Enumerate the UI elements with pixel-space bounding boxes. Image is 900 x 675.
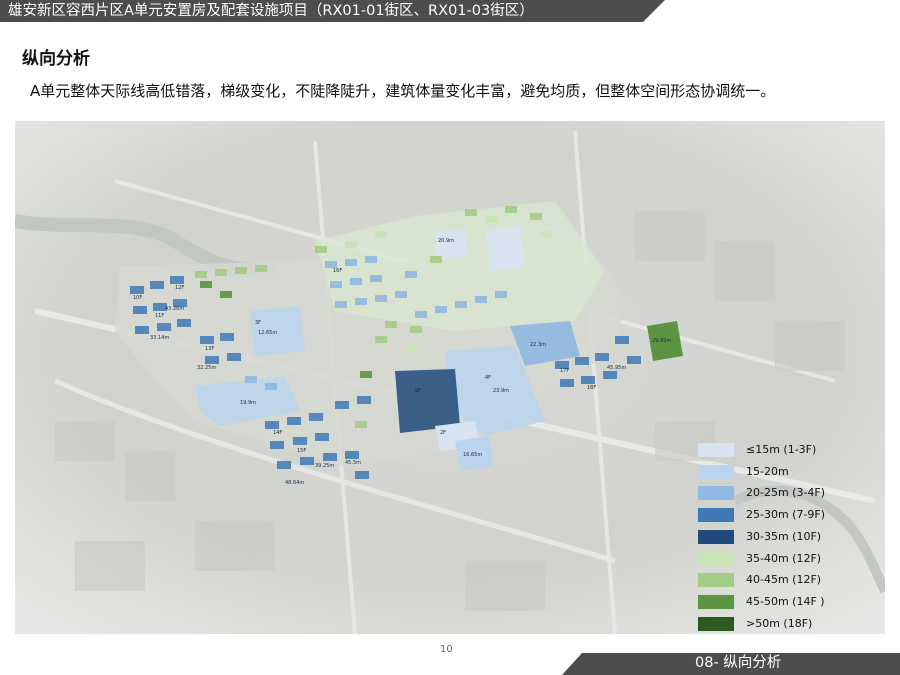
building-label: 14F	[273, 430, 283, 436]
legend-item: 40-45m (12F)	[698, 573, 878, 591]
building-label: 3F	[255, 320, 262, 326]
building-label: 19.9m	[240, 400, 257, 406]
building-label: 2F	[440, 430, 447, 436]
legend-swatch	[698, 464, 734, 479]
legend-label: 15-20m	[746, 464, 789, 478]
building-label: 43.26m	[165, 306, 185, 312]
legend-label: 40-45m (12F)	[746, 573, 822, 587]
legend-item: ≤15m (1-3F)	[698, 443, 878, 461]
building-label: 11F	[155, 313, 165, 319]
building-label: 23.9m	[493, 388, 510, 394]
building-label: 10F	[133, 295, 143, 301]
section-title: 纵向分析	[22, 49, 90, 69]
legend-label: 20-25m (3-4F)	[746, 486, 826, 500]
legend-swatch	[698, 443, 734, 457]
header-banner: 雄安新区容西片区A单元安置房及配套设施项目（RX01-01街区、RX01-03街…	[0, 0, 665, 22]
legend-swatch	[698, 529, 734, 544]
legend-swatch	[698, 551, 734, 566]
building-label: 48.64m	[285, 480, 305, 486]
building-label: 12F	[175, 285, 185, 291]
legend-label: >50m (18F)	[746, 616, 813, 630]
footer-banner: 08- 纵向分析	[562, 653, 900, 675]
legend-label: 45-50m (14F )	[746, 594, 825, 608]
building-label: 15F	[297, 448, 307, 454]
legend-item: 25-30m (7-9F)	[698, 508, 878, 526]
building-label: 12.65m	[258, 330, 278, 336]
building-label: 33.14m	[150, 335, 170, 341]
page-number: 10	[440, 644, 453, 655]
building-label: 20.9m	[438, 238, 455, 244]
building-label: 32.25m	[197, 365, 217, 371]
legend-item: 35-40m (12F)	[698, 551, 878, 570]
building-label: 45.5m	[345, 460, 362, 466]
building-label: 4F	[485, 375, 492, 381]
building-label: 13F	[205, 346, 215, 352]
legend-swatch	[698, 573, 734, 588]
building-label: 22.3m	[530, 342, 547, 348]
building-label: 9F	[415, 388, 422, 394]
building-label: 16F	[333, 268, 343, 274]
legend-item: 20-25m (3-4F)	[698, 486, 878, 504]
footer-section-label: 08- 纵向分析	[695, 655, 782, 671]
building-label: 18F	[587, 385, 597, 391]
legend-label: ≤15m (1-3F)	[746, 443, 817, 456]
building-label: 17F	[560, 368, 570, 374]
legend-item: 45-50m (14F )	[698, 594, 878, 613]
building-label: 29.45m	[652, 338, 672, 344]
building-label: 45.95m	[607, 365, 627, 371]
legend-item: >50m (18F)	[698, 616, 878, 635]
legend-label: 30-35m (10F)	[746, 529, 822, 543]
document-title: 雄安新区容西片区A单元安置房及配套设施项目（RX01-01街区、RX01-03街…	[8, 3, 534, 19]
legend-label: 35-40m (12F)	[746, 551, 822, 565]
legend-swatch	[698, 486, 734, 501]
legend-swatch	[698, 594, 734, 609]
legend-item: 15-20m	[698, 464, 878, 483]
legend-swatch	[698, 508, 734, 523]
building-label: 16.65m	[463, 452, 483, 458]
legend-item: 30-35m (10F)	[698, 529, 878, 548]
building-label: 39.25m	[315, 463, 335, 469]
legend-label: 25-30m (7-9F)	[746, 508, 826, 522]
section-description: A单元整体天际线高低错落，梯级变化，不陡降陡升，建筑体量变化丰富，避免均质，但整…	[30, 82, 776, 100]
legend-swatch	[698, 616, 734, 631]
